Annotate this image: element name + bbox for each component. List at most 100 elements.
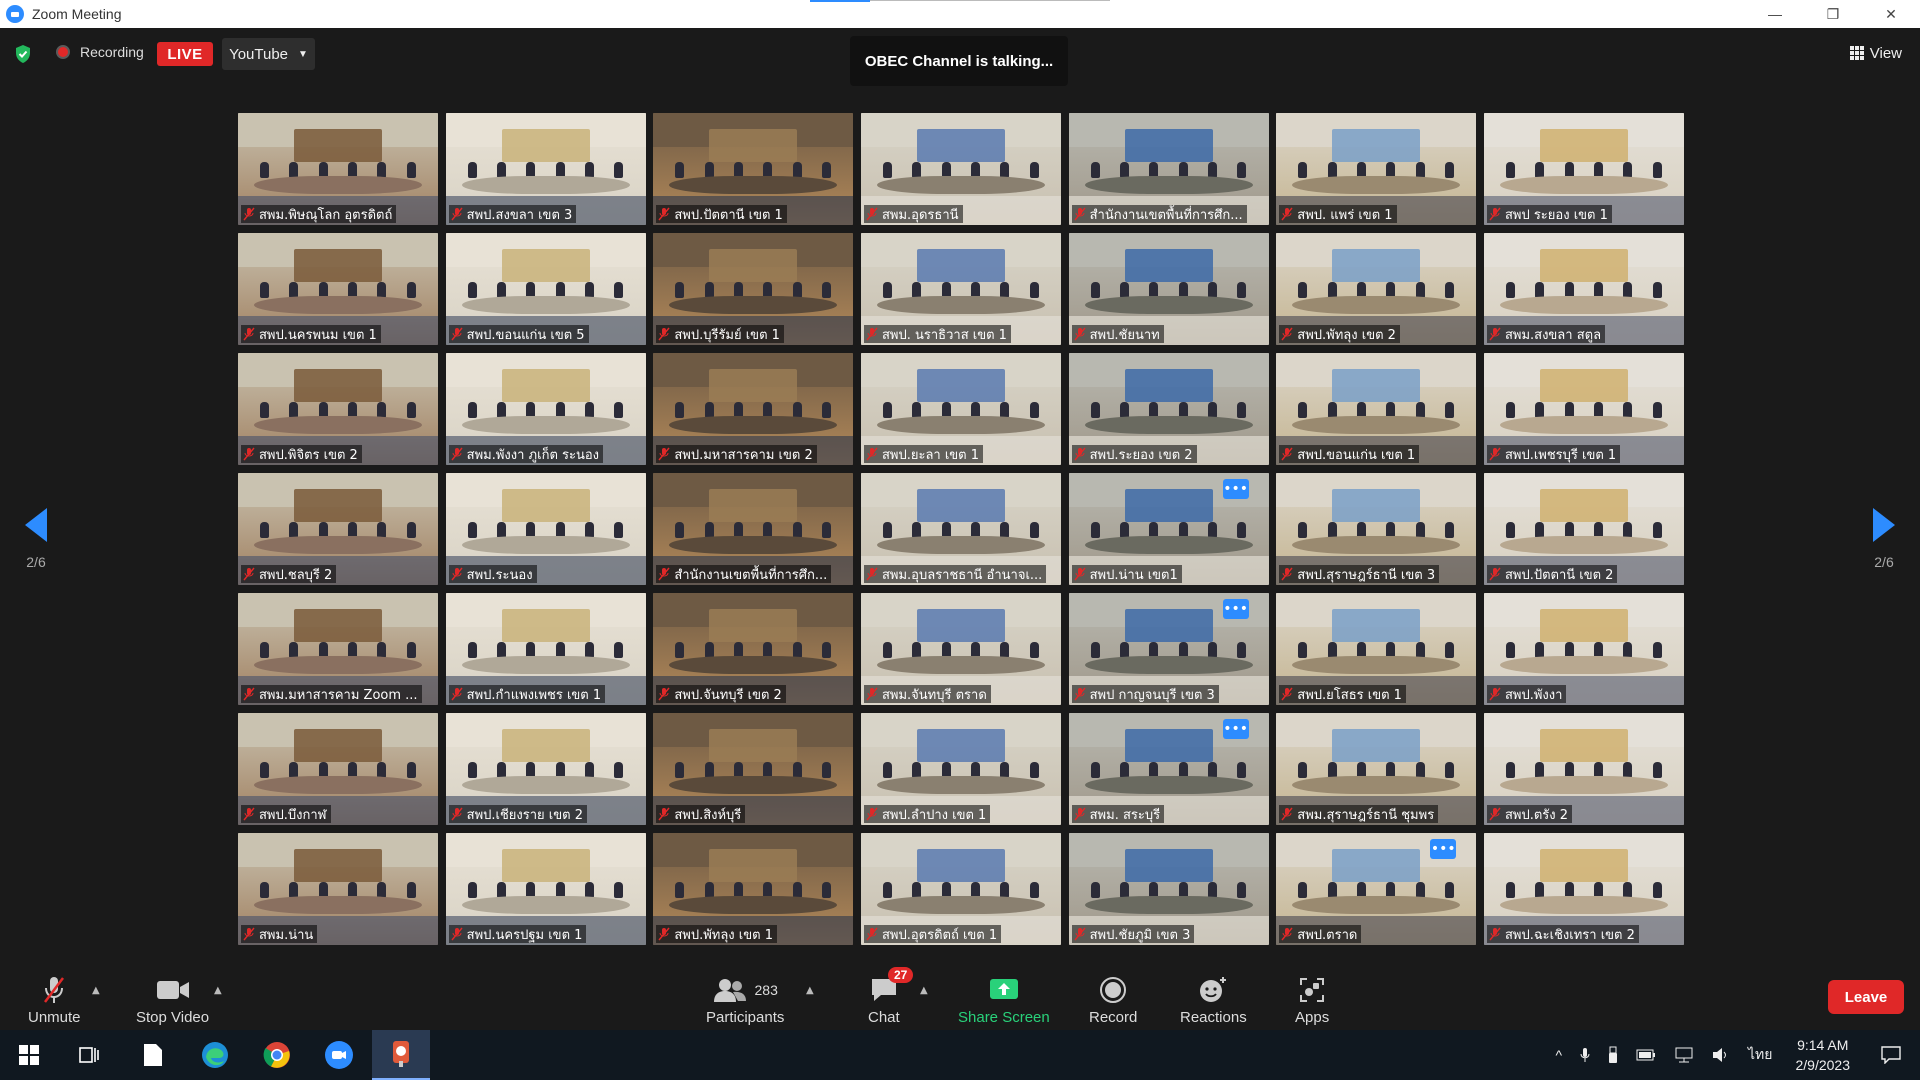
minimize-button[interactable]: — [1746,0,1804,28]
reactions-button[interactable]: Reactions [1180,973,1247,1026]
participant-video-tile[interactable]: สำนักงานเขตพื้นที่การศึก... [1068,113,1269,225]
next-page-nav[interactable]: 2/6 [1864,508,1904,570]
participant-video-tile[interactable]: สพป.ระยอง เขต 2 [1068,353,1269,465]
participant-video-tile[interactable]: สพป.ระนอง [445,473,646,585]
participant-video-tile[interactable]: สพป.ขอนแก่น เขต 1 [1276,353,1477,465]
system-clock[interactable]: 9:14 AM 2/9/2023 [1796,1035,1851,1075]
participant-video-tile[interactable]: สพม.สงขลา สตูล [1483,233,1684,345]
participant-name-bar: สพป.กำแพงเพชร เขต 1 [448,685,606,703]
usb-device-icon[interactable] [1608,1046,1618,1064]
participant-video-tile[interactable]: สพป.ตราด ••• [1276,833,1477,945]
participant-video-tile[interactable]: สพป.พัทลุง เขต 2 [1276,233,1477,345]
grid-view-icon [1849,46,1864,60]
network-icon[interactable] [1674,1047,1694,1063]
mic-muted-icon [1281,567,1293,581]
unmute-button[interactable]: Unmute [28,973,81,1026]
tray-overflow-icon[interactable]: ^ [1555,1047,1562,1063]
participant-video-tile[interactable]: สพป.ยะลา เขต 1 [860,353,1061,465]
participant-video-tile[interactable]: สพม.อุบลราชธานี อำนาจเ... [860,473,1061,585]
video-table [1499,775,1668,794]
participant-video-tile[interactable]: สพป.บึงกาฬ [238,713,438,825]
participant-video-tile[interactable]: สพป.นครปฐม เขต 1 [445,833,646,945]
leave-button[interactable]: Leave [1828,980,1904,1014]
microphone-tray-icon[interactable] [1580,1047,1590,1063]
more-options-button[interactable]: ••• [1430,839,1457,859]
participant-video-tile[interactable]: สพป.ลำปาง เขต 1 [860,713,1061,825]
arrow-right-icon[interactable] [1873,508,1895,542]
battery-icon[interactable] [1636,1049,1656,1061]
more-options-button[interactable]: ••• [1222,719,1249,739]
participants-options-caret[interactable]: ▲ [806,985,814,996]
edge-browser-icon[interactable] [186,1030,244,1080]
participant-video-tile[interactable]: สำนักงานเขตพื้นที่การศึก... [653,473,854,585]
participant-video-tile[interactable]: สพม.น่าน [238,833,438,945]
participant-video-tile[interactable]: สพป.ชลบุรี 2 [238,473,438,585]
participant-video-tile[interactable]: สพป.บุรีรัมย์ เขต 1 [653,233,854,345]
prev-page-nav[interactable]: 2/6 [16,508,56,570]
participant-video-tile[interactable]: สพป.ปัตตานี เขต 2 [1483,473,1684,585]
participants-button[interactable]: 283 Participants [706,973,784,1026]
participant-video-tile[interactable]: สพป.สิงห์บุรี [653,713,854,825]
participant-video-tile[interactable]: สพป.พัทลุง เขต 1 [653,833,854,945]
participant-video-tile[interactable]: สพม.จันทบุรี ตราด [860,593,1061,705]
participant-video-tile[interactable]: สพป. นราธิวาส เขต 1 [860,233,1061,345]
live-badge[interactable]: LIVE [157,42,213,66]
chrome-browser-icon[interactable] [248,1030,306,1080]
participant-video-tile[interactable]: สพป.ปัตตานี เขต 1 [653,113,854,225]
restore-button[interactable]: ❐ [1804,0,1862,28]
stop-video-button[interactable]: Stop Video [136,973,209,1026]
chat-options-caret[interactable]: ▲ [920,985,928,996]
share-screen-button[interactable]: Share Screen [958,973,1050,1026]
view-button[interactable]: View [1842,40,1910,66]
record-button[interactable]: Record [1089,973,1137,1026]
volume-icon[interactable] [1712,1047,1730,1063]
stream-target-dropdown[interactable]: YouTube ▼ [222,38,315,70]
apps-icon [1299,973,1325,1007]
mic-muted-icon [1489,687,1501,701]
participant-video-tile[interactable]: สพม.พิษณุโลก อุตรดิตถ์ [238,113,438,225]
participant-name-bar: สพป.เพชรบุรี เขต 1 [1486,445,1621,463]
participant-video-tile[interactable]: สพป.ชัยนาท [1068,233,1269,345]
participant-video-tile[interactable]: สพป.เชียงราย เขต 2 [445,713,646,825]
active-app-taskbar-icon[interactable] [372,1030,430,1080]
participant-video-tile[interactable]: สพป.สุราษฎร์ธานี เขต 3 [1276,473,1477,585]
participant-video-tile[interactable]: สพป.เพชรบุรี เขต 1 [1483,353,1684,465]
participant-video-tile[interactable]: สพป.ขอนแก่น เขต 5 [445,233,646,345]
zoom-taskbar-icon[interactable] [310,1030,368,1080]
participant-video-tile[interactable]: สพม. สระบุรี ••• [1068,713,1269,825]
more-options-button[interactable]: ••• [1222,479,1249,499]
recording-indicator[interactable]: Recording [56,44,144,60]
participant-video-tile[interactable]: สพป.นครพนม เขต 1 [238,233,438,345]
more-options-button[interactable]: ••• [1222,599,1249,619]
file-explorer-icon[interactable] [124,1030,182,1080]
participant-video-tile[interactable]: สพป.มหาสารคาม เขต 2 [653,353,854,465]
task-view-icon[interactable] [60,1030,118,1080]
participant-video-tile[interactable]: สพป กาญจนบุรี เขต 3 ••• [1068,593,1269,705]
participant-video-tile[interactable]: สพป ระยอง เขต 1 [1483,113,1684,225]
participant-video-tile[interactable]: สพป.น่าน เขต1 ••• [1068,473,1269,585]
participant-video-tile[interactable]: สพป.อุตรดิตถ์ เขต 1 [860,833,1061,945]
windows-start-icon[interactable] [0,1030,58,1080]
participant-video-tile[interactable]: สพป.ฉะเชิงเทรา เขต 2 [1483,833,1684,945]
participant-video-tile[interactable]: สพป.ชัยภูมิ เขต 3 [1068,833,1269,945]
audio-options-caret[interactable]: ▲ [92,985,100,996]
participant-video-tile[interactable]: สพป.พังงา [1483,593,1684,705]
participant-video-tile[interactable]: สพป.กำแพงเพชร เขต 1 [445,593,646,705]
participant-video-tile[interactable]: สพป.สงขลา เขต 3 [445,113,646,225]
participant-video-tile[interactable]: สพป.ยโสธร เขต 1 [1276,593,1477,705]
close-button[interactable]: ✕ [1862,0,1920,28]
participant-video-tile[interactable]: สพม.มหาสารคาม Zoom ... [238,593,438,705]
participant-video-tile[interactable]: สพป. แพร่ เขต 1 [1276,113,1477,225]
input-language-indicator[interactable]: ไทย [1748,1044,1772,1066]
arrow-left-icon[interactable] [25,508,47,542]
apps-button[interactable]: Apps [1295,973,1329,1026]
shield-icon[interactable] [14,44,32,64]
notifications-icon[interactable] [1881,1046,1901,1064]
participant-video-tile[interactable]: สพม.พังงา ภูเก็ต ระนอง [445,353,646,465]
participant-video-tile[interactable]: สพม.อุดรธานี [860,113,1061,225]
participant-video-tile[interactable]: สพป.พิจิตร เขต 2 [238,353,438,465]
participant-video-tile[interactable]: สพป.จันทบุรี เขต 2 [653,593,854,705]
video-options-caret[interactable]: ▲ [214,985,222,996]
participant-video-tile[interactable]: สพม.สุราษฎร์ธานี ชุมพร [1276,713,1477,825]
participant-video-tile[interactable]: สพป.ตรัง 2 [1483,713,1684,825]
